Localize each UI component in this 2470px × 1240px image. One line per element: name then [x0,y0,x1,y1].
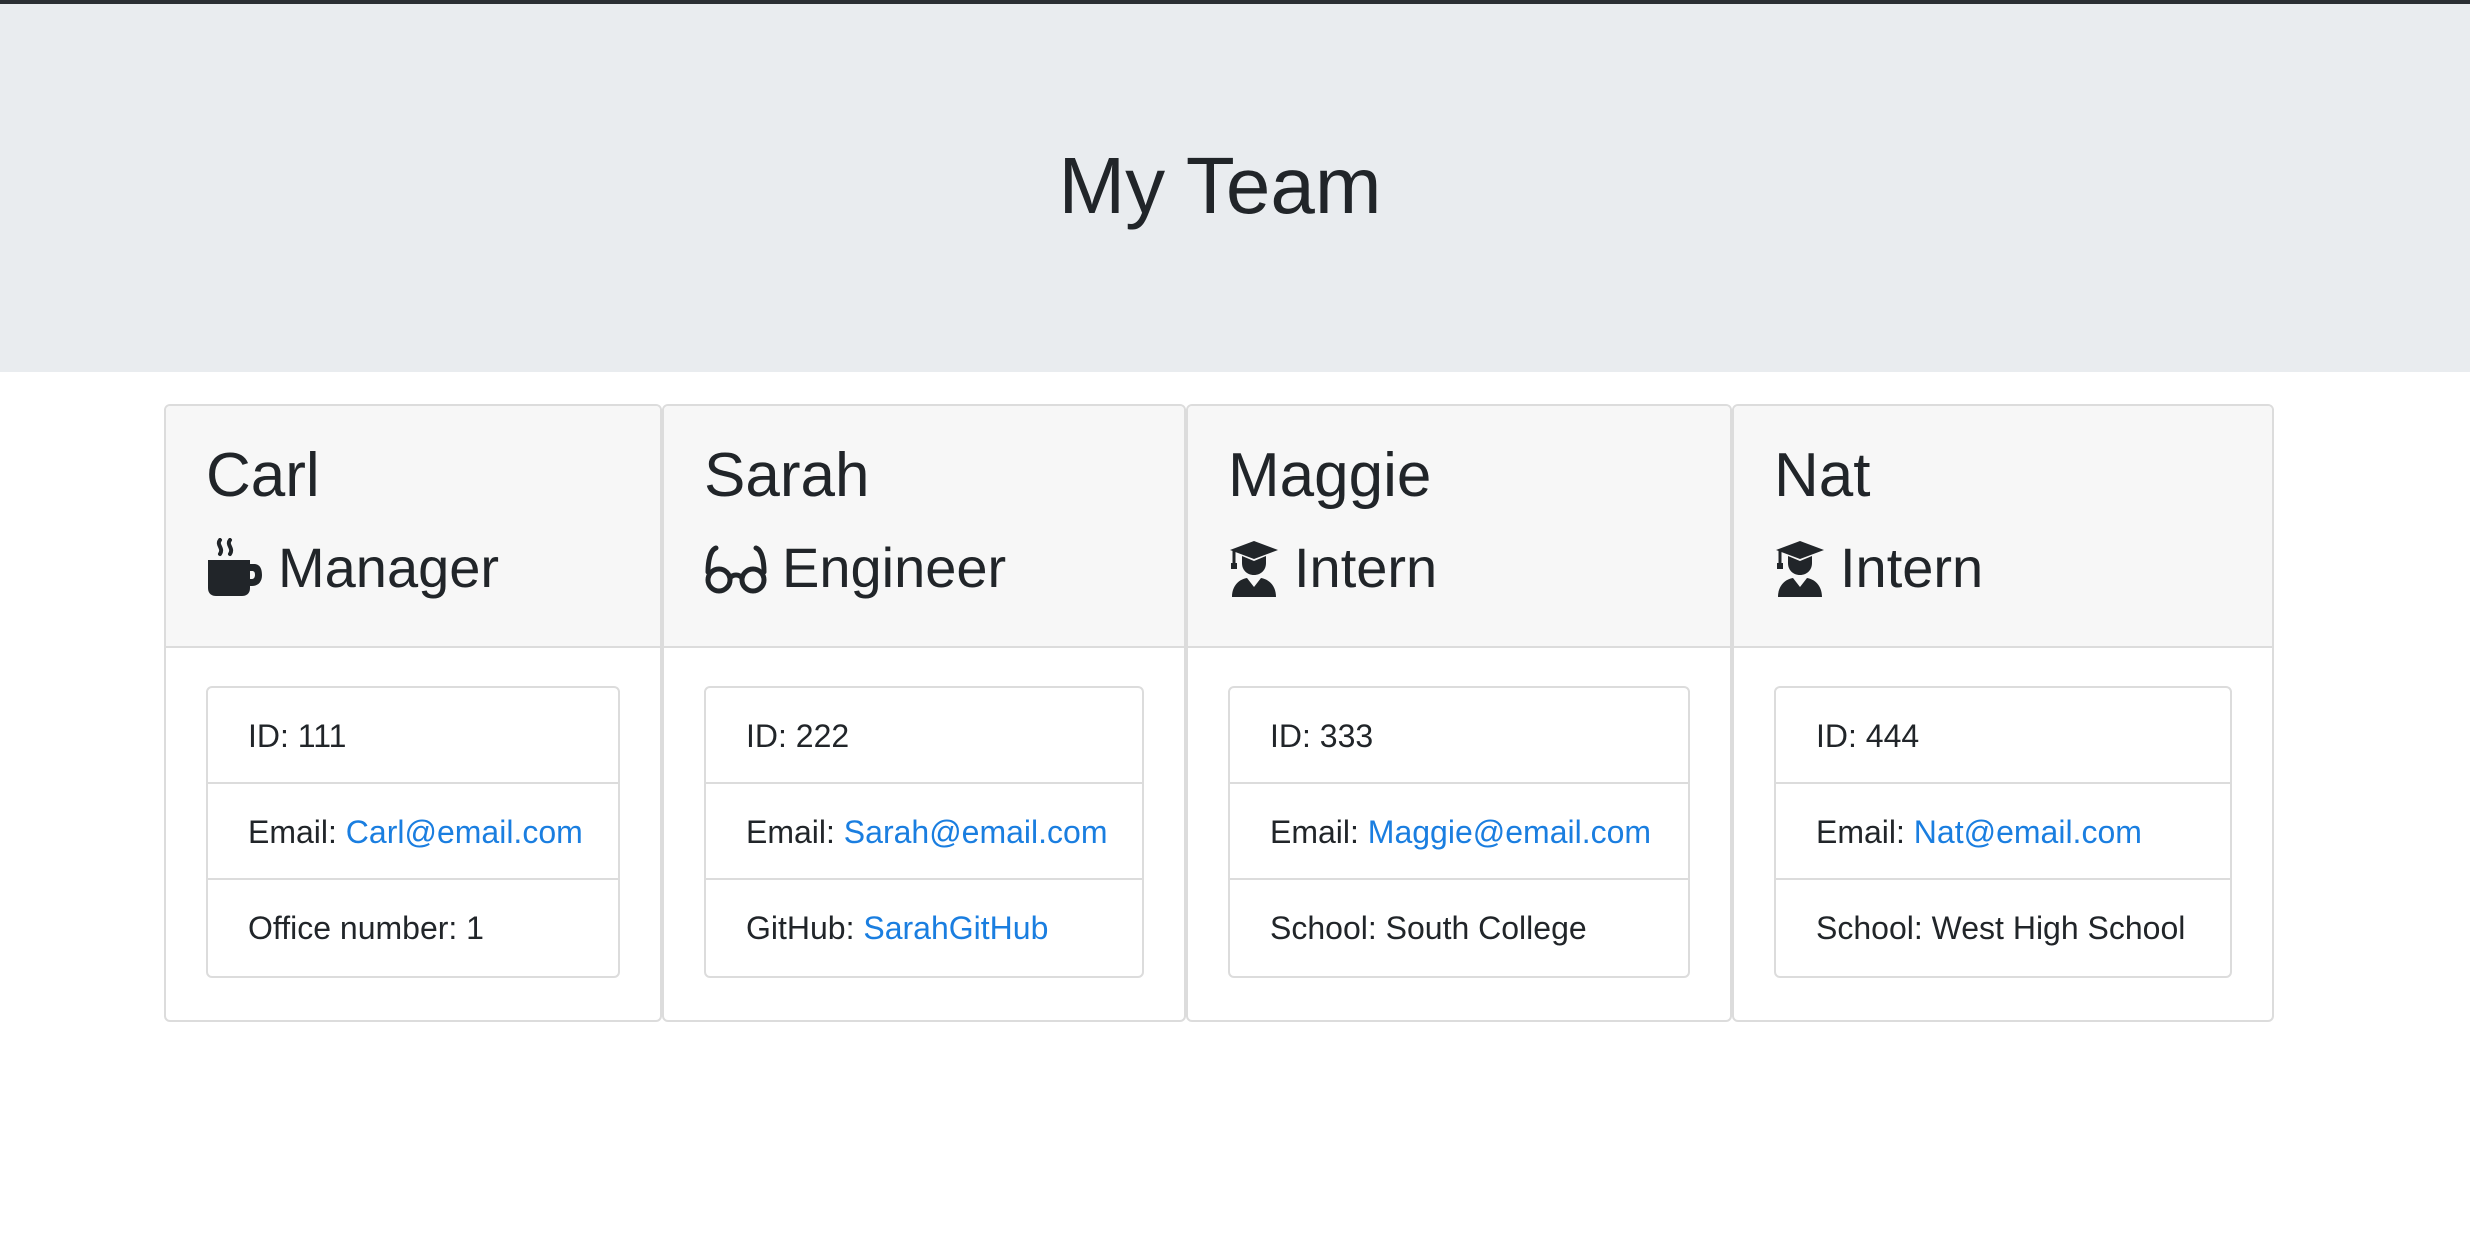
school: School: West High School [1776,880,2230,976]
email-link[interactable]: Nat@email.com [1914,814,2142,850]
card-header: Maggie Intern [1188,406,1730,648]
id-label: ID: [1270,718,1320,754]
email-link[interactable]: Carl@email.com [346,814,583,850]
coffee-mug-icon [206,538,264,598]
id-label: ID: [1816,718,1866,754]
card-header: Carl Manager [166,406,660,648]
employee-id: ID: 222 [706,688,1142,784]
page-title: My Team [1058,141,1382,230]
employee-role: Intern [1774,528,1983,608]
id-value: 222 [795,718,850,754]
employee-card: Maggie Intern ID: 333 Email: Maggie@emai… [1186,404,1732,1022]
email-link[interactable]: Sarah@email.com [844,814,1108,850]
employee-name: Maggie [1228,441,1432,510]
school-label: School: [1816,910,1932,946]
role-label: Engineer [782,536,1007,599]
employee-details: ID: 222 Email: Sarah@email.com GitHub: S… [704,686,1144,978]
employee-role: Engineer [704,528,1006,608]
employee-card: Carl Manager ID: 111 Email: Carl@email.c… [164,404,662,1022]
employee-card: Nat Intern ID: 444 Email: Nat@email.com … [1732,404,2274,1022]
employee-email: Email: Maggie@email.com [1230,784,1688,880]
office-number: Office number: 1 [208,880,618,976]
employee-role: Intern [1228,528,1437,608]
employee-details: ID: 111 Email: Carl@email.com Office num… [206,686,620,978]
employee-email: Email: Nat@email.com [1776,784,2230,880]
email-label: Email: [746,814,844,850]
role-label: Intern [1840,536,1984,599]
header-banner: My Team [0,4,2470,372]
employee-id: ID: 111 [208,688,618,784]
employee-name: Sarah [704,441,870,510]
school: School: South College [1230,880,1688,976]
employee-email: Email: Carl@email.com [208,784,618,880]
graduate-icon [1228,539,1280,597]
employee-details: ID: 333 Email: Maggie@email.com School: … [1228,686,1690,978]
employee-name: Nat [1774,441,1871,510]
card-header: Sarah Engineer [664,406,1184,648]
github: GitHub: SarahGitHub [706,880,1142,976]
id-value: 444 [1865,718,1920,754]
school-value: West High School [1931,910,2186,946]
employee-email: Email: Sarah@email.com [706,784,1142,880]
email-label: Email: [1816,814,1914,850]
card-header: Nat Intern [1734,406,2272,648]
employee-details: ID: 444 Email: Nat@email.com School: Wes… [1774,686,2232,978]
employee-id: ID: 333 [1230,688,1688,784]
employee-role: Manager [206,528,499,608]
email-label: Email: [248,814,346,850]
office-number-label: Office number: [248,910,467,946]
employee-id: ID: 444 [1776,688,2230,784]
github-label: GitHub: [746,910,864,946]
glasses-icon [704,542,768,594]
school-label: School: [1270,910,1386,946]
employee-name: Carl [206,441,320,510]
office-number-value: 1 [466,910,484,946]
id-label: ID: [248,718,298,754]
id-label: ID: [746,718,796,754]
email-label: Email: [1270,814,1368,850]
email-link[interactable]: Maggie@email.com [1368,814,1651,850]
employee-card: Sarah Engineer ID: 222 Email: Sarah@emai… [662,404,1186,1022]
id-value: 333 [1319,718,1374,754]
role-label: Manager [278,536,500,599]
github-link[interactable]: SarahGitHub [863,910,1048,946]
school-value: South College [1385,910,1587,946]
id-value: 111 [297,718,347,754]
graduate-icon [1774,539,1826,597]
role-label: Intern [1294,536,1438,599]
